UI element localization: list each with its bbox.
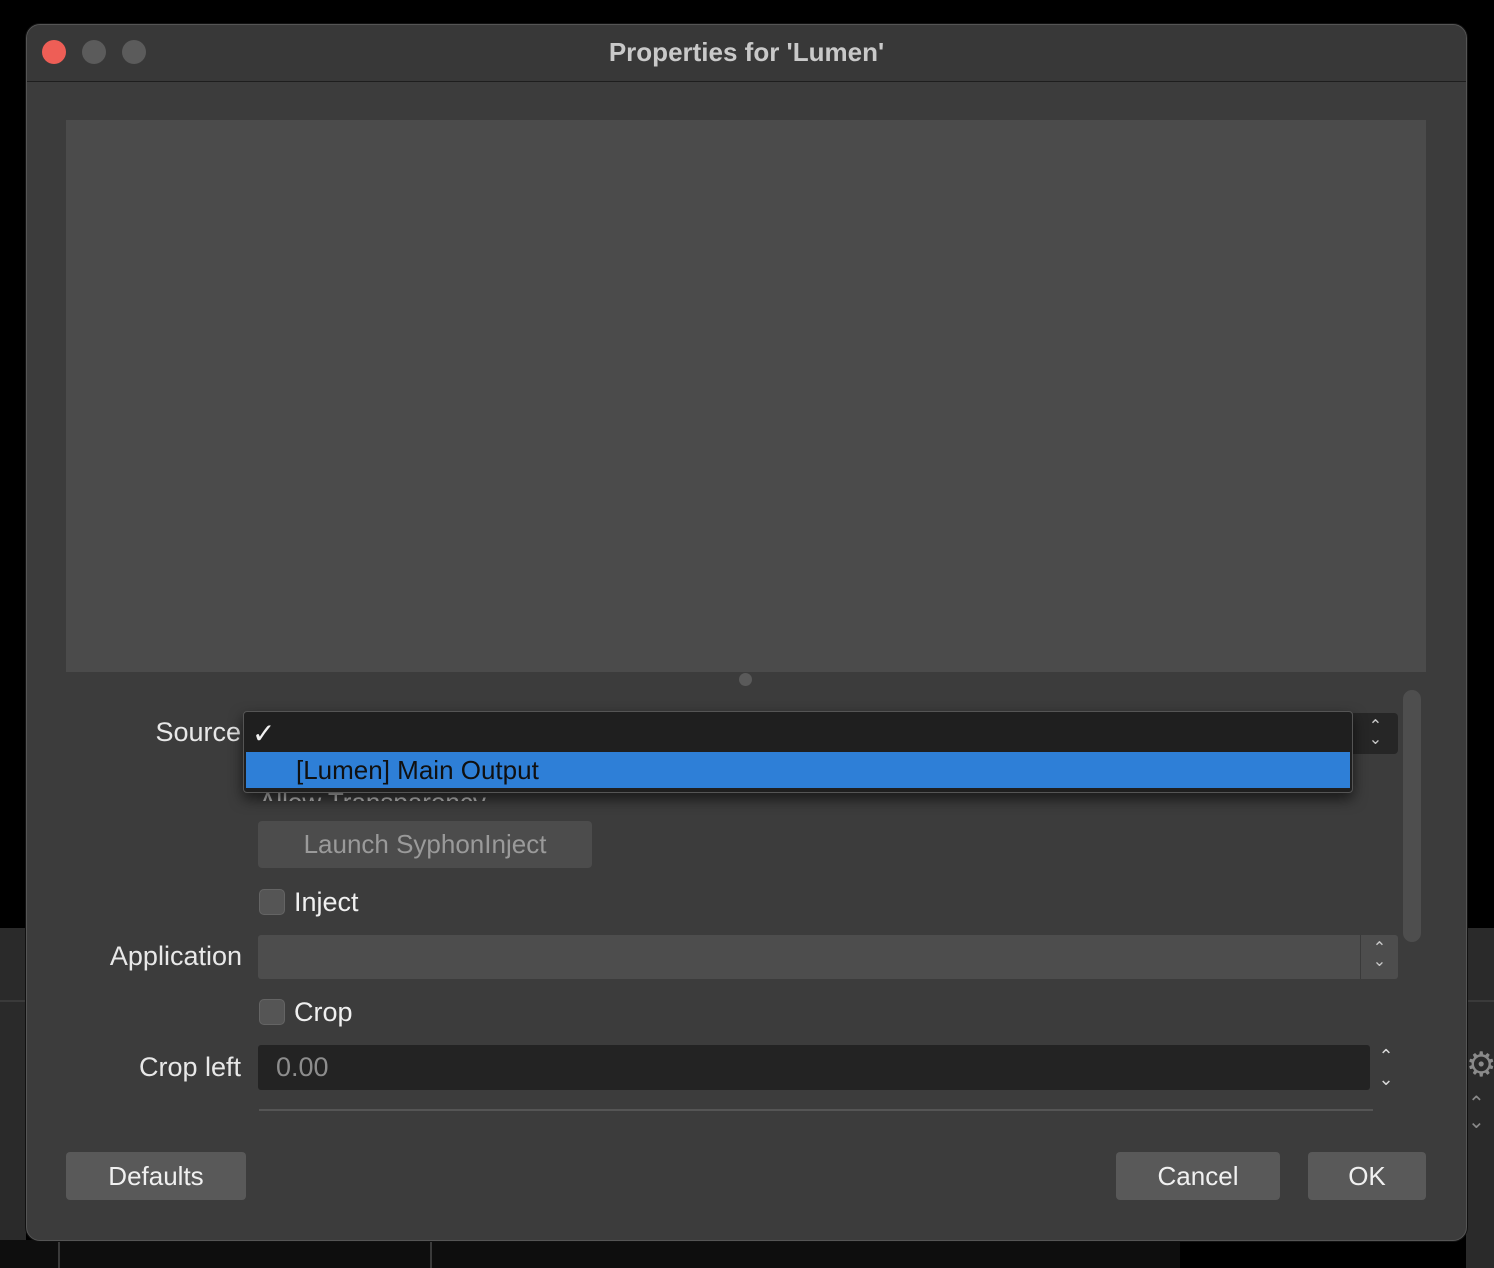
cancel-button-label: Cancel xyxy=(1157,1161,1239,1191)
background-app-panel xyxy=(0,928,26,1268)
title-bar: Properties for 'Lumen' xyxy=(27,25,1466,82)
source-preview xyxy=(66,120,1426,672)
chevron-glyph: ⌄ xyxy=(1372,953,1387,970)
crop-label: Crop xyxy=(294,997,353,1027)
launch-button-label: Launch SyphonInject xyxy=(303,829,547,859)
background-divider xyxy=(58,1240,60,1268)
splitter-handle[interactable] xyxy=(739,673,752,686)
dropdown-item-current[interactable]: ✓ xyxy=(246,714,1350,750)
defaults-button[interactable]: Defaults xyxy=(66,1152,246,1200)
crop-left-input[interactable]: 0.00 xyxy=(258,1045,1370,1090)
updown-chevron-icon: ⌃ ⌄ xyxy=(1353,719,1398,748)
crop-left-stepper[interactable]: ⌃ ⌄ xyxy=(1371,1045,1401,1091)
properties-dialog: Properties for 'Lumen' Source ⌃⌄ Allow T… xyxy=(26,24,1467,1241)
launch-syphoninject-button[interactable]: Launch SyphonInject xyxy=(258,821,592,868)
background-chevron-down-icon: ⌄ xyxy=(1468,1111,1485,1133)
crop-checkbox[interactable] xyxy=(259,999,285,1025)
crop-left-label: Crop left xyxy=(138,1052,241,1082)
cancel-button[interactable]: Cancel xyxy=(1116,1152,1280,1200)
background-divider xyxy=(0,1000,26,1002)
source-label: Source xyxy=(155,717,241,747)
background-divider xyxy=(430,1240,432,1268)
application-label: Application xyxy=(109,941,242,971)
chevron-down-icon[interactable]: ⌄ xyxy=(1371,1068,1401,1090)
source-select-arrows[interactable]: ⌃ ⌄ xyxy=(1353,713,1398,754)
dropdown-item-label: [Lumen] Main Output xyxy=(296,755,539,785)
ok-button-label: OK xyxy=(1348,1161,1386,1191)
application-select-arrows[interactable]: ⌃ ⌄ xyxy=(1361,935,1398,979)
defaults-button-label: Defaults xyxy=(108,1161,204,1191)
chevron-glyph: ⌄ xyxy=(1368,731,1383,748)
window-title: Properties for 'Lumen' xyxy=(608,37,885,67)
updown-chevron-icon: ⌃ ⌄ xyxy=(1361,941,1398,970)
dropdown-item-main-output[interactable]: [Lumen] Main Output xyxy=(246,752,1350,788)
background-app-footer xyxy=(0,1240,1180,1268)
checkmark-icon: ✓ xyxy=(252,718,276,749)
inject-label: Inject xyxy=(294,887,359,917)
crop-left-value: 0.00 xyxy=(276,1052,329,1082)
next-field-edge xyxy=(259,1109,1373,1111)
background-divider xyxy=(1466,1000,1494,1002)
application-select[interactable]: ⌃ ⌄ xyxy=(258,935,1398,979)
inject-checkbox[interactable] xyxy=(259,889,285,915)
background-gear-icon: ⚙ xyxy=(1466,1046,1494,1084)
chevron-up-icon[interactable]: ⌃ xyxy=(1371,1045,1401,1067)
properties-scrollbar[interactable] xyxy=(1403,690,1421,942)
source-dropdown-menu[interactable]: ✓ [Lumen] Main Output xyxy=(243,711,1353,793)
ok-button[interactable]: OK xyxy=(1308,1152,1426,1200)
